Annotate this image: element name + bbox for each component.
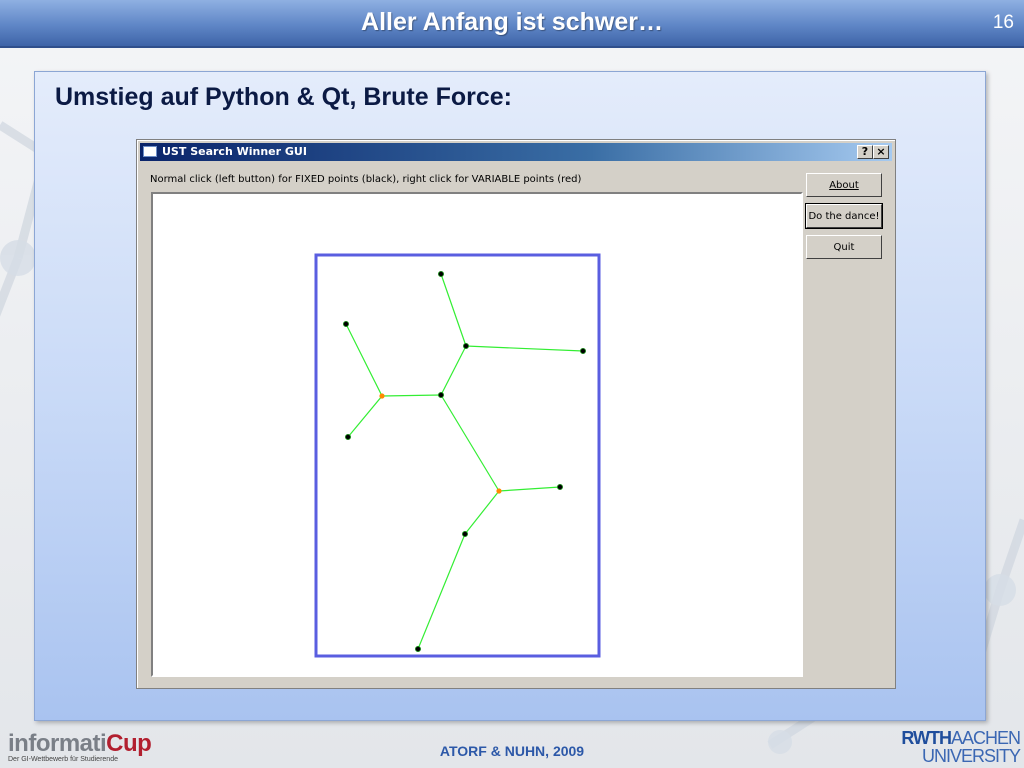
fixed-point[interactable]	[342, 321, 349, 328]
tree-edge	[440, 345, 467, 396]
tree-plot[interactable]	[153, 194, 801, 675]
app-window: UST Search Winner GUI ? × Normal click (…	[136, 139, 896, 689]
tree-edge	[498, 486, 561, 492]
edges-layer	[345, 273, 584, 650]
tree-edge	[440, 394, 500, 492]
instructions-label: Normal click (left button) for FIXED poi…	[150, 174, 582, 185]
tree-edge	[417, 533, 466, 650]
quit-button-label: Quit	[833, 241, 855, 253]
rwth-logo-light: AACHEN	[950, 728, 1021, 748]
tree-edge	[464, 490, 500, 535]
close-button[interactable]: ×	[873, 145, 889, 159]
slide-title: Aller Anfang ist schwer…	[361, 8, 663, 36]
help-button[interactable]: ?	[857, 145, 873, 159]
tree-edge	[345, 323, 383, 397]
points-layer	[342, 271, 586, 652]
fixed-point[interactable]	[461, 530, 468, 537]
slide-number: 16	[992, 12, 1014, 33]
fixed-point[interactable]	[579, 347, 586, 354]
window-title: UST Search Winner GUI	[162, 145, 307, 158]
quit-button[interactable]: Quit	[806, 235, 882, 259]
window-titlebar[interactable]: UST Search Winner GUI ? ×	[140, 143, 892, 161]
variable-point[interactable]	[379, 393, 385, 399]
app-window-icon	[143, 146, 157, 157]
rwth-logo-bold: RWTH	[901, 728, 952, 748]
rwth-aachen-logo: RWTHAACHEN UNIVERSITY	[901, 728, 1021, 766]
fixed-point[interactable]	[437, 391, 444, 398]
drawing-canvas[interactable]	[151, 192, 803, 677]
slide-heading: Umstieg auf Python & Qt, Brute Force:	[55, 83, 512, 111]
fixed-point[interactable]	[414, 645, 421, 652]
tree-edge	[381, 394, 442, 397]
rwth-logo-line2: UNIVERSITY	[921, 746, 1021, 766]
slide-header-bar: Aller Anfang ist schwer… 16	[0, 0, 1024, 48]
variable-point[interactable]	[496, 488, 502, 494]
fixed-point[interactable]	[437, 271, 444, 278]
about-button-label: About	[829, 179, 859, 191]
tree-edge	[440, 273, 467, 347]
fixed-point[interactable]	[344, 433, 351, 440]
tree-edge	[465, 345, 584, 352]
fixed-point[interactable]	[462, 342, 469, 349]
about-button[interactable]: About	[806, 173, 882, 197]
fixed-point[interactable]	[556, 483, 563, 490]
rwth-logo-line1: RWTHAACHEN	[901, 728, 1021, 748]
tree-edge	[347, 395, 383, 438]
boundary-frame	[314, 253, 601, 658]
do-the-dance-button[interactable]: Do the dance!	[805, 203, 883, 229]
footer-authors: ATORF & NUHN, 2009	[439, 743, 585, 759]
